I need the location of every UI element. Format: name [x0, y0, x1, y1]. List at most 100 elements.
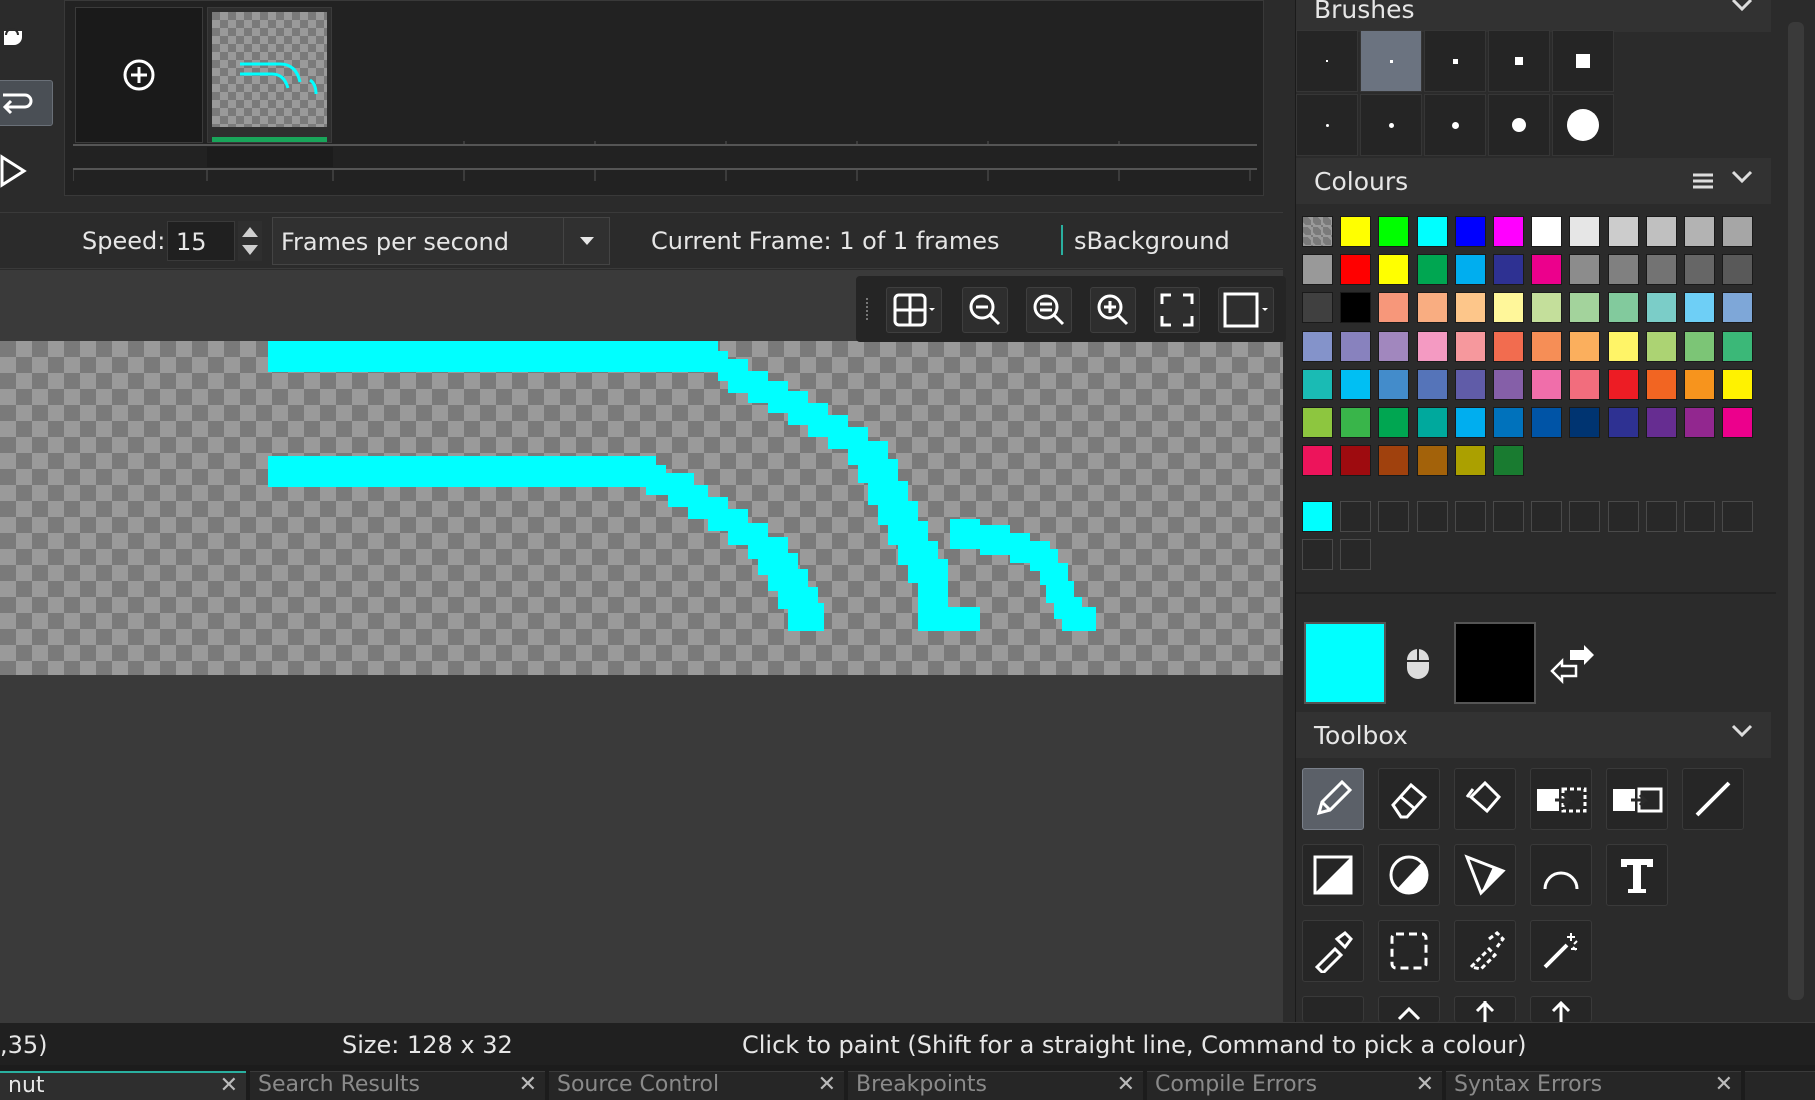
close-icon[interactable]: ✕	[1715, 1072, 1733, 1097]
palette-swatch[interactable]	[1454, 254, 1486, 286]
canvas-area[interactable]	[0, 270, 1286, 1022]
palette-swatch[interactable]	[1531, 254, 1563, 286]
palette-swatch[interactable]	[1416, 330, 1448, 362]
speed-stepper[interactable]	[238, 221, 262, 261]
zoom-reset-button[interactable]	[1026, 287, 1072, 333]
brush-6[interactable]	[1296, 94, 1358, 156]
colours-header[interactable]: Colours	[1296, 158, 1771, 204]
palette-swatch[interactable]	[1302, 254, 1333, 286]
eraser-tool[interactable]	[1378, 768, 1440, 830]
palette-swatch[interactable]	[1340, 254, 1372, 286]
palette-swatch[interactable]	[1493, 445, 1524, 477]
palette-swatch[interactable]	[1607, 216, 1639, 247]
brush-5[interactable]	[1552, 30, 1614, 92]
custom-colour-slot[interactable]	[1378, 501, 1410, 532]
custom-colour-slot[interactable]	[1416, 501, 1448, 532]
tool-row4-3[interactable]	[1454, 996, 1516, 1022]
palette-swatch[interactable]	[1645, 254, 1677, 286]
close-icon[interactable]: ✕	[519, 1072, 537, 1097]
arc-tool[interactable]	[1530, 844, 1592, 906]
palette-swatch[interactable]	[1378, 254, 1410, 286]
custom-colour-slot[interactable]	[1569, 501, 1601, 532]
palette-swatch[interactable]	[1569, 368, 1601, 400]
custom-colour-slot[interactable]	[1645, 501, 1677, 532]
brush-2[interactable]	[1360, 30, 1422, 92]
palette-swatch[interactable]	[1645, 407, 1677, 438]
ellipse-tool[interactable]	[1378, 844, 1440, 906]
custom-colour-slot[interactable]	[1340, 501, 1372, 532]
palette-swatch[interactable]	[1493, 254, 1524, 286]
grid-toggle-button[interactable]	[886, 287, 942, 333]
custom-colour-slot[interactable]	[1493, 501, 1524, 532]
chevron-down-icon[interactable]	[563, 218, 609, 264]
palette-swatch[interactable]	[1607, 407, 1639, 438]
zoom-out-button[interactable]	[962, 287, 1008, 333]
palette-swatch[interactable]	[1378, 292, 1410, 324]
palette-swatch[interactable]	[1302, 407, 1333, 438]
zoom-in-button[interactable]	[1090, 287, 1136, 333]
drag-handle[interactable]	[866, 298, 870, 320]
palette-swatch[interactable]	[1493, 330, 1524, 362]
palette-swatch[interactable]	[1454, 445, 1486, 477]
palette-swatch[interactable]	[1607, 330, 1639, 362]
secondary-colour-swatch[interactable]	[1454, 622, 1536, 704]
palette-swatch[interactable]	[1493, 368, 1524, 400]
custom-colour-slot[interactable]	[1531, 501, 1563, 532]
palette-swatch[interactable]	[1302, 445, 1333, 477]
colour-picker-tool[interactable]	[1302, 920, 1364, 982]
palette-swatch[interactable]	[1531, 330, 1563, 362]
palette-swatch[interactable]	[1722, 368, 1754, 400]
palette-swatch[interactable]	[1454, 292, 1486, 324]
palette-swatch[interactable]	[1454, 368, 1486, 400]
custom-colour-slot[interactable]	[1454, 501, 1486, 532]
brush-8[interactable]	[1424, 94, 1486, 156]
chevron-down-icon[interactable]	[1731, 0, 1753, 12]
palette-swatch[interactable]	[1416, 445, 1448, 477]
palette-swatch[interactable]	[1684, 216, 1715, 247]
palette-swatch[interactable]	[1684, 292, 1715, 324]
palette-swatch[interactable]	[1569, 216, 1601, 247]
tool-row4-2[interactable]	[1378, 996, 1440, 1022]
palette-swatch[interactable]	[1684, 254, 1715, 286]
brush-9[interactable]	[1488, 94, 1550, 156]
palette-swatch[interactable]	[1493, 216, 1524, 247]
canvas-frame-button[interactable]	[1218, 287, 1274, 333]
tab-syntax-errors[interactable]: Syntax Errors ✕	[1446, 1071, 1741, 1100]
palette-swatch[interactable]	[1416, 216, 1448, 247]
timeline-ruler[interactable]	[72, 137, 1257, 181]
brush-1[interactable]	[1296, 30, 1358, 92]
paste-move-tool[interactable]	[1606, 768, 1668, 830]
palette-swatch[interactable]	[1340, 216, 1372, 247]
tab-search-results[interactable]: Search Results ✕	[250, 1071, 545, 1100]
play-icon[interactable]	[0, 148, 57, 194]
palette-swatch[interactable]	[1722, 407, 1754, 438]
palette-swatch[interactable]	[1722, 292, 1754, 324]
close-icon[interactable]: ✕	[1117, 1072, 1135, 1097]
palette-swatch[interactable]	[1416, 368, 1448, 400]
frame-thumbnail-1[interactable]	[207, 7, 332, 143]
close-icon[interactable]: ✕	[1416, 1072, 1434, 1097]
tool-row4-1[interactable]	[1302, 996, 1364, 1022]
custom-colour-slot[interactable]	[1684, 501, 1715, 532]
palette-swatch[interactable]	[1378, 216, 1410, 247]
rectangle-tool[interactable]	[1302, 844, 1364, 906]
brush-7[interactable]	[1360, 94, 1422, 156]
palette-swatch[interactable]	[1722, 254, 1754, 286]
tab-source-control[interactable]: Source Control ✕	[549, 1071, 844, 1100]
palette-swatch[interactable]	[1645, 292, 1677, 324]
palette-swatch[interactable]	[1645, 216, 1677, 247]
palette-swatch[interactable]	[1722, 330, 1754, 362]
lasso-select-tool[interactable]	[1454, 920, 1516, 982]
tab-breakpoints[interactable]: Breakpoints ✕	[848, 1071, 1143, 1100]
fit-to-screen-button[interactable]	[1154, 287, 1200, 333]
pencil-tool[interactable]	[1302, 768, 1364, 830]
palette-swatch[interactable]	[1569, 292, 1601, 324]
palette-swatch[interactable]	[1340, 407, 1372, 438]
right-panel-scrollbar[interactable]	[1778, 0, 1814, 1022]
palette-swatch[interactable]	[1569, 254, 1601, 286]
close-icon[interactable]: ✕	[818, 1072, 836, 1097]
swap-colours-icon[interactable]	[1550, 644, 1596, 684]
palette-swatch[interactable]	[1607, 254, 1639, 286]
palette-swatch[interactable]	[1684, 407, 1715, 438]
palette-swatch[interactable]	[1340, 445, 1372, 477]
